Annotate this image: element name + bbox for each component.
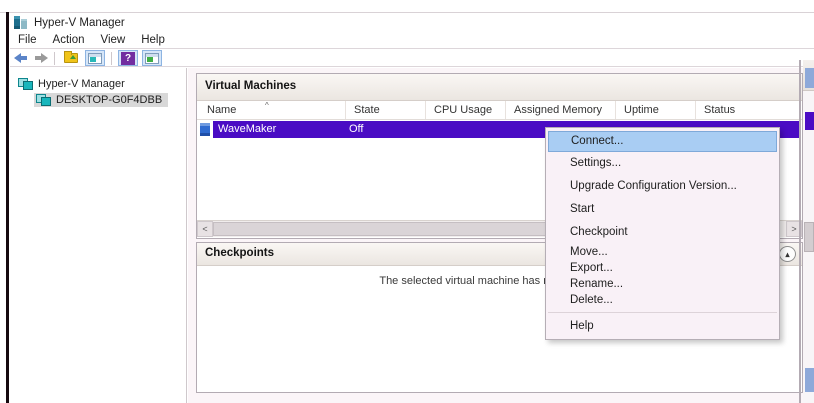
tree-host-label: DESKTOP-G0F4DBB <box>56 94 162 106</box>
context-menu-item-checkpoint[interactable]: Checkpoint <box>546 221 779 244</box>
column-header-uptime[interactable]: Uptime <box>616 101 696 119</box>
right-pane-border <box>799 60 801 403</box>
virtual-machines-header: Virtual Machines <box>197 74 802 101</box>
column-header-state[interactable]: State <box>346 101 426 119</box>
toolbar-separator <box>54 52 55 65</box>
toolbar: ? <box>10 50 814 67</box>
actions-pane-selected-fragment <box>805 112 814 130</box>
context-menu-item-upgrade-configuration[interactable]: Upgrade Configuration Version... <box>546 175 779 198</box>
title-bar: Hyper-V Manager <box>10 13 814 32</box>
context-menu-item-help[interactable]: Help <box>546 317 779 336</box>
tree-item-host[interactable]: DESKTOP-G0F4DBB <box>34 93 168 107</box>
context-menu-item-export[interactable]: Export... <box>546 260 779 276</box>
hyperv-node-icon <box>18 78 33 90</box>
console-tree-panel: Hyper-V Manager DESKTOP-G0F4DBB <box>10 68 187 403</box>
column-header-cpu-usage[interactable]: CPU Usage <box>426 101 506 119</box>
menu-view[interactable]: View <box>93 33 134 47</box>
context-menu-separator <box>548 312 777 313</box>
column-header-name[interactable]: Name <box>197 101 346 119</box>
new-window-icon[interactable] <box>142 50 162 66</box>
column-header-assigned-memory[interactable]: Assigned Memory <box>506 101 616 119</box>
help-icon[interactable]: ? <box>118 50 138 66</box>
context-menu-item-rename[interactable]: Rename... <box>546 276 779 292</box>
actions-pane-item-fragment <box>805 68 814 88</box>
vm-name: WaveMaker <box>218 123 276 135</box>
actions-pane-scroll-fragment <box>804 222 814 252</box>
context-menu-item-start[interactable]: Start <box>546 198 779 221</box>
column-header-status[interactable]: Status <box>696 101 802 119</box>
menu-bar: File Action View Help <box>10 32 814 49</box>
vm-state: Off <box>349 123 363 135</box>
hyperv-manager-window: Hyper-V Manager File Action View Help ? … <box>0 0 814 403</box>
console-window-icon[interactable] <box>85 50 105 66</box>
menu-action[interactable]: Action <box>45 33 93 47</box>
forward-arrow-icon[interactable] <box>33 53 48 64</box>
context-menu-item-delete[interactable]: Delete... <box>546 292 779 308</box>
collapse-pane-button[interactable]: ▴ <box>779 246 796 262</box>
tree-root-label: Hyper-V Manager <box>38 78 125 90</box>
checkpoints-title: Checkpoints <box>205 247 274 259</box>
menu-file[interactable]: File <box>10 33 45 47</box>
context-menu-item-connect[interactable]: Connect... <box>548 131 777 152</box>
actions-pane-item-fragment-2 <box>805 368 814 392</box>
actions-pane-fragment <box>803 60 814 403</box>
tree-item-hyperv-manager[interactable]: Hyper-V Manager <box>16 77 127 91</box>
window-title: Hyper-V Manager <box>34 17 125 29</box>
context-menu-item-move[interactable]: Move... <box>546 244 779 260</box>
host-node-icon <box>36 94 51 106</box>
vm-context-menu: Connect... Settings... Upgrade Configura… <box>545 127 780 340</box>
scroll-left-button[interactable]: < <box>197 221 213 237</box>
sort-ascending-icon: ^ <box>265 101 269 110</box>
window-left-border <box>6 12 9 403</box>
vm-table-header-row: ^ Name State CPU Usage Assigned Memory U… <box>197 101 802 120</box>
context-menu-item-settings[interactable]: Settings... <box>546 152 779 175</box>
hyperv-manager-icon <box>14 16 28 29</box>
back-arrow-icon[interactable] <box>14 53 29 64</box>
menu-help[interactable]: Help <box>133 33 173 47</box>
toolbar-separator-2 <box>111 52 112 65</box>
vm-server-icon <box>200 123 210 136</box>
export-folder-icon[interactable] <box>61 50 81 66</box>
